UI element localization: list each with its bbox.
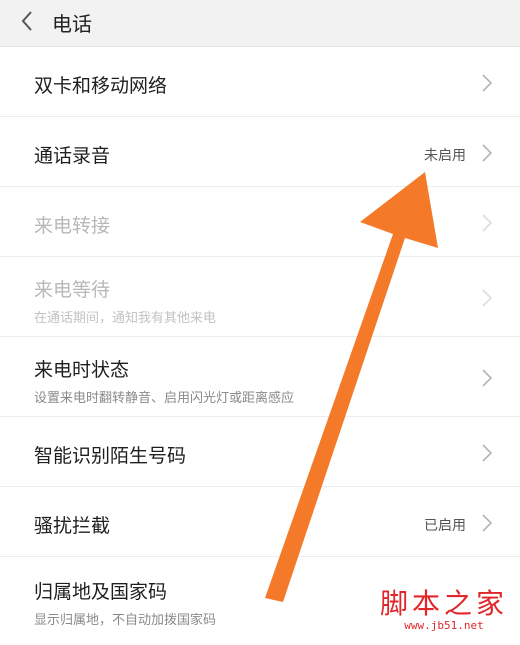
setting-call-waiting[interactable]: 来电等待 在通话期间，通知我有其他来电 <box>0 257 520 337</box>
setting-title: 双卡和移动网络 <box>34 75 168 97</box>
setting-title: 来电时状态 <box>34 359 130 381</box>
chevron-right-icon <box>482 369 493 387</box>
setting-dual-sim-network[interactable]: 双卡和移动网络 <box>0 47 520 117</box>
setting-title: 来电等待 <box>34 279 111 301</box>
page-title: 电话 <box>52 12 92 36</box>
settings-list: 双卡和移动网络 通话录音 未启用 来电转接 来电等待 在通话期间，通知我有其他来… <box>0 47 520 645</box>
setting-incoming-call-state[interactable]: 来电时状态 设置来电时翻转静音、启用闪光灯或距离感应 <box>0 337 520 417</box>
watermark-text: 脚本之家 <box>379 587 508 620</box>
setting-subtitle: 在通话期间，通知我有其他来电 <box>34 311 217 326</box>
chevron-right-icon <box>482 289 493 307</box>
setting-title: 来电转接 <box>34 215 111 237</box>
setting-title: 通话录音 <box>34 145 111 167</box>
chevron-right-icon <box>482 214 493 232</box>
setting-title: 归属地及国家码 <box>34 581 168 603</box>
back-button[interactable] <box>14 6 40 36</box>
status-badge: 已启用 <box>424 518 466 534</box>
setting-call-forwarding[interactable]: 来电转接 <box>0 187 520 257</box>
watermark-url: www.jb51.net <box>404 619 484 632</box>
setting-smart-caller-id[interactable]: 智能识别陌生号码 <box>0 417 520 487</box>
status-badge: 未启用 <box>424 148 466 164</box>
setting-subtitle: 显示归属地，不自动加拨国家码 <box>34 613 217 628</box>
header-bar: 电话 <box>0 0 520 47</box>
chevron-right-icon <box>482 514 493 532</box>
setting-title: 智能识别陌生号码 <box>34 445 187 467</box>
chevron-right-icon <box>482 444 493 462</box>
chevron-right-icon <box>482 144 493 162</box>
setting-title: 骚扰拦截 <box>34 515 111 537</box>
watermark: 脚本之家 www.jb51.net <box>379 587 508 633</box>
setting-subtitle: 设置来电时翻转静音、启用闪光灯或距离感应 <box>34 391 295 406</box>
setting-spam-blocking[interactable]: 骚扰拦截 已启用 <box>0 487 520 557</box>
setting-call-recording[interactable]: 通话录音 未启用 <box>0 117 520 187</box>
chevron-right-icon <box>482 74 493 92</box>
chevron-left-icon <box>21 11 32 31</box>
